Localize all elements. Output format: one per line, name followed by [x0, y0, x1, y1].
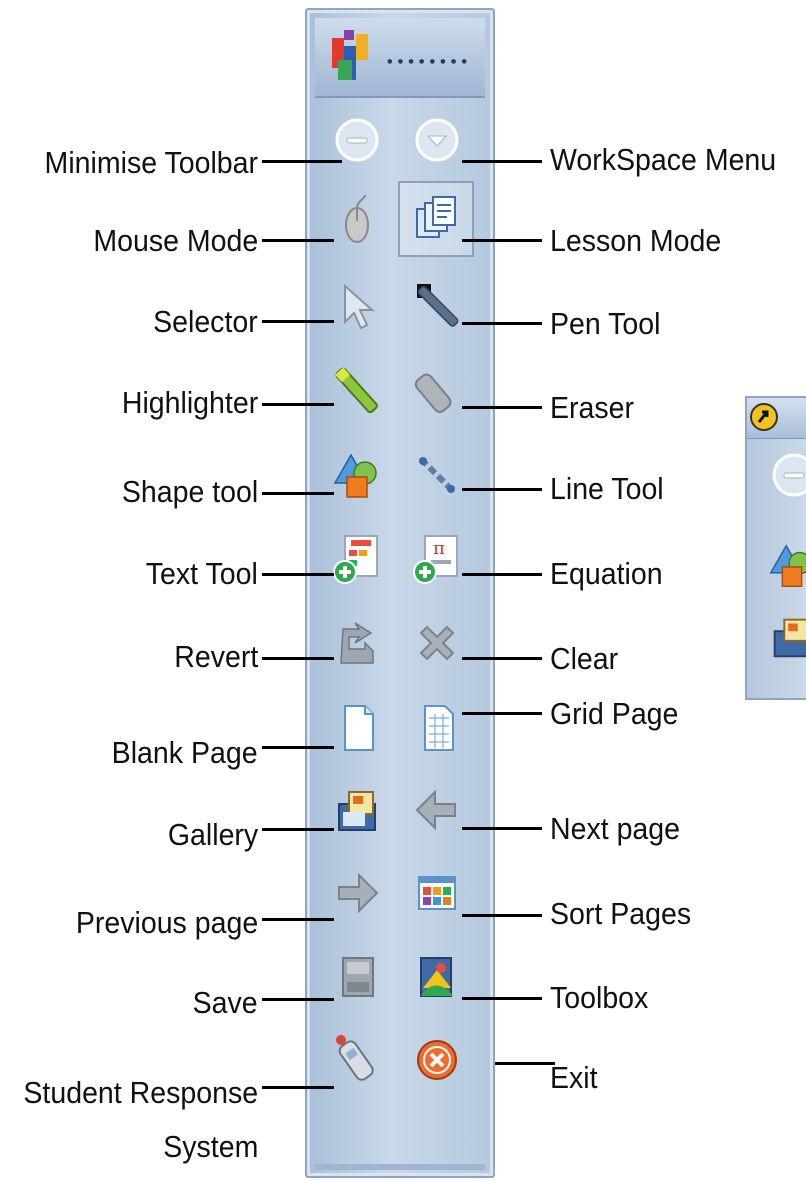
- leader-line: [262, 657, 334, 660]
- label-student-response: Student Response: [23, 1075, 258, 1110]
- toolbox-icon[interactable]: [409, 948, 465, 1004]
- label-workspace-menu: WorkSpace Menu: [550, 142, 777, 177]
- gallery-icon[interactable]: [329, 782, 385, 838]
- label-next-page: Next page: [550, 811, 681, 846]
- leader-line: [462, 827, 542, 830]
- leader-line: [462, 573, 542, 576]
- exit-icon[interactable]: [409, 1030, 465, 1086]
- leader-line: [262, 403, 334, 406]
- save-icon[interactable]: [329, 948, 385, 1004]
- label-eraser: Eraser: [550, 390, 635, 425]
- label-system: System: [162, 1129, 258, 1164]
- label-pen-tool: Pen Tool: [550, 306, 661, 341]
- eraser-icon[interactable]: [409, 362, 465, 418]
- mouse-icon[interactable]: [329, 193, 385, 249]
- next-page-icon[interactable]: [409, 782, 465, 838]
- gallery-icon[interactable]: [765, 610, 806, 664]
- student-response-icon[interactable]: [329, 1030, 385, 1086]
- blank-page-icon[interactable]: [329, 700, 385, 756]
- text-tool-icon[interactable]: [329, 530, 385, 586]
- label-gallery: Gallery: [167, 817, 258, 852]
- leader-line: [262, 320, 334, 323]
- toolbar-grip[interactable]: ∙∙∙∙∙∙∙∙: [385, 52, 470, 71]
- label-mouse-mode: Mouse Mode: [93, 223, 258, 258]
- leader-line: [462, 914, 542, 917]
- label-selector: Selector: [153, 304, 258, 339]
- label-highlighter: Highlighter: [121, 385, 258, 420]
- label-shape-tool: Shape tool: [121, 474, 258, 509]
- leader-line: [262, 573, 334, 576]
- clear-icon[interactable]: [409, 615, 465, 671]
- label-exit: Exit: [550, 1060, 598, 1095]
- mini-toolbar: [745, 396, 806, 700]
- sort-pages-icon[interactable]: [409, 865, 465, 921]
- leader-line: [462, 657, 542, 660]
- leader-line: [462, 488, 542, 491]
- shape-icon[interactable]: [765, 538, 806, 592]
- label-previous-page: Previous page: [75, 905, 258, 940]
- label-text-tool: Text Tool: [145, 556, 258, 591]
- lesson-mode-icon[interactable]: [409, 193, 465, 249]
- leader-line: [495, 1062, 555, 1065]
- equation-icon[interactable]: π: [409, 530, 465, 586]
- shape-icon[interactable]: [329, 447, 385, 503]
- leader-line: [262, 160, 342, 163]
- label-grid-page: Grid Page: [550, 696, 679, 731]
- line-tool-icon[interactable]: [409, 447, 465, 503]
- leader-line: [262, 1086, 334, 1089]
- label-line-tool: Line Tool: [550, 471, 664, 506]
- label-clear: Clear: [550, 641, 619, 676]
- label-sort-pages: Sort Pages: [550, 896, 692, 931]
- revert-icon[interactable]: [329, 615, 385, 671]
- toolbar-header[interactable]: ∙∙∙∙∙∙∙∙: [315, 18, 485, 98]
- previous-page-icon[interactable]: [329, 865, 385, 921]
- leader-line: [262, 746, 334, 749]
- workspace-menu-icon[interactable]: [409, 112, 465, 168]
- svg-text:π: π: [433, 538, 445, 559]
- leader-line: [262, 492, 334, 495]
- leader-line: [462, 239, 542, 242]
- leader-line: [462, 997, 542, 1000]
- pen-icon[interactable]: [409, 278, 465, 334]
- selector-arrow-icon[interactable]: [329, 278, 385, 334]
- label-save: Save: [192, 985, 258, 1020]
- label-toolbox: Toolbox: [550, 980, 649, 1015]
- leader-line: [262, 998, 334, 1001]
- mini-toolbar-header[interactable]: [747, 398, 806, 439]
- label-lesson-mode: Lesson Mode: [550, 223, 722, 258]
- label-equation: Equation: [550, 556, 663, 591]
- leader-line: [262, 239, 334, 242]
- minimise-icon[interactable]: [769, 450, 806, 500]
- label-revert: Revert: [173, 639, 258, 674]
- leader-line: [462, 322, 542, 325]
- leader-line: [462, 406, 542, 409]
- label-blank-page: Blank Page: [112, 735, 258, 770]
- vertical-toolbar: ∙∙∙∙∙∙∙∙ π: [305, 8, 495, 1178]
- leader-line: [262, 828, 334, 831]
- app-logo-icon: [332, 30, 368, 80]
- toolbar-footer: [315, 1164, 485, 1170]
- expand-arrow-icon[interactable]: [749, 402, 779, 432]
- grid-page-icon[interactable]: [409, 700, 465, 756]
- highlighter-icon[interactable]: [329, 362, 385, 418]
- leader-line: [262, 918, 334, 921]
- leader-line: [462, 712, 542, 715]
- label-minimise-toolbar: Minimise Toolbar: [44, 145, 258, 180]
- leader-line: [462, 160, 542, 163]
